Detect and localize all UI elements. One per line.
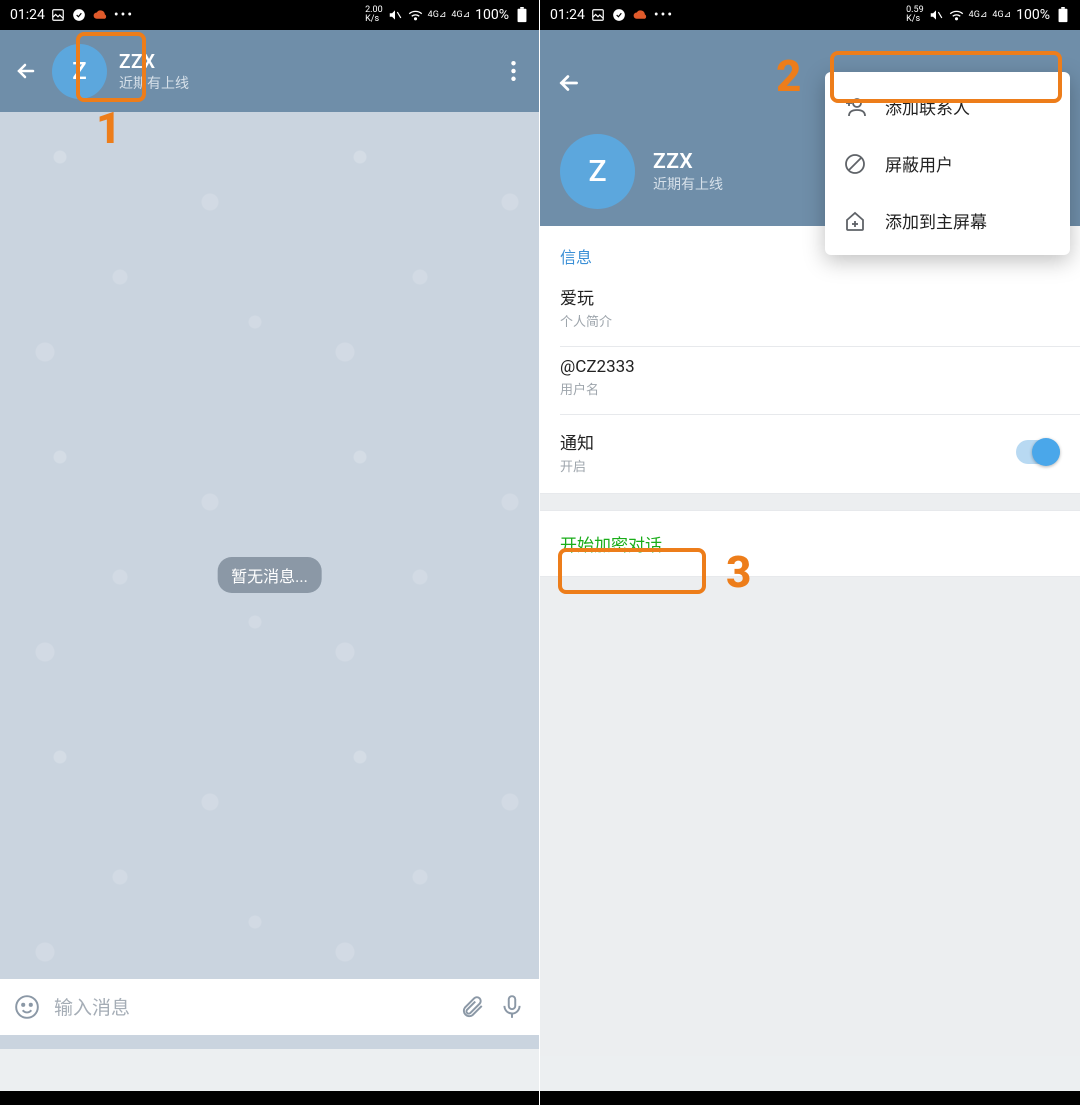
check-badge-icon <box>72 8 87 23</box>
gallery-icon <box>51 8 66 23</box>
status-time: 01:24 <box>10 7 45 23</box>
cloud-alert-icon <box>93 8 108 23</box>
more-options-button[interactable] <box>499 57 527 85</box>
check-badge-icon <box>612 8 627 23</box>
more-dots: ••• <box>114 7 134 23</box>
context-menu: 添加联系人 屏蔽用户 添加到主屏幕 <box>825 72 1070 255</box>
avatar-letter: Z <box>72 57 86 85</box>
menu-item-add-contact[interactable]: 添加联系人 <box>825 78 1070 135</box>
message-input[interactable] <box>54 996 445 1019</box>
status-time: 01:24 <box>550 7 585 23</box>
secret-chat-label: 开始加密对话 <box>560 536 662 556</box>
notifications-row[interactable]: 通知 开启 <box>540 415 1080 493</box>
menu-item-block-user[interactable]: 屏蔽用户 <box>825 135 1070 192</box>
start-secret-chat-row[interactable]: 开始加密对话 <box>540 511 1080 576</box>
menu-label: 添加联系人 <box>885 94 970 119</box>
status-bar: 01:24 ••• 0.59K/s 4G⊿ 4G⊿ 100% <box>540 0 1080 30</box>
chat-contact-status: 近期有上线 <box>119 73 189 93</box>
chat-contact-name: ZZX <box>119 50 189 73</box>
profile-avatar[interactable]: Z <box>560 134 635 209</box>
status-bar: 01:24 ••• 2.00K/s 4G⊿ 4G⊿ 100% <box>0 0 539 30</box>
toggle-knob <box>1032 438 1060 466</box>
menu-label: 添加到主屏幕 <box>885 208 987 233</box>
microphone-icon[interactable] <box>499 994 525 1020</box>
username-label: 用户名 <box>560 379 1060 398</box>
back-button[interactable] <box>12 57 40 85</box>
back-button[interactable] <box>554 68 584 98</box>
signal-4g-1: 4G⊿ <box>969 10 988 20</box>
empty-state-pill: 暂无消息... <box>217 557 322 593</box>
chat-header: Z ZZX 近期有上线 <box>0 30 539 112</box>
profile-empty-area <box>540 576 1080 1056</box>
notif-state: 开启 <box>560 456 594 475</box>
chat-avatar[interactable]: Z <box>52 44 107 99</box>
profile-info-section: 信息 爱玩 个人简介 @CZ2333 用户名 通知 开启 <box>540 226 1080 493</box>
signal-4g-2: 4G⊿ <box>451 10 470 20</box>
profile-user-row[interactable]: Z ZZX 近期有上线 <box>560 134 723 209</box>
signal-4g-2: 4G⊿ <box>992 10 1011 20</box>
notif-title: 通知 <box>560 429 594 454</box>
battery-icon <box>514 8 529 23</box>
wifi-icon <box>408 8 423 23</box>
battery-icon <box>1055 8 1070 23</box>
home-plus-icon <box>843 209 867 233</box>
android-nav-strip <box>540 1091 1080 1105</box>
mute-icon <box>929 8 944 23</box>
battery-percent: 100% <box>475 7 509 23</box>
bio-value: 爱玩 <box>560 284 1060 309</box>
attachment-icon[interactable] <box>459 994 485 1020</box>
info-item-username[interactable]: @CZ2333 用户名 <box>540 347 1080 414</box>
info-item-bio[interactable]: 爱玩 个人简介 <box>540 274 1080 346</box>
message-input-bar <box>0 979 539 1035</box>
android-nav-strip <box>0 1091 539 1105</box>
profile-name: ZZX <box>653 150 723 174</box>
add-contact-icon <box>843 95 867 119</box>
menu-item-add-home[interactable]: 添加到主屏幕 <box>825 192 1070 249</box>
signal-4g-1: 4G⊿ <box>428 10 447 20</box>
section-gap <box>540 493 1080 511</box>
profile-header: Z ZZX 近期有上线 添加联系人 屏蔽用户 添加到主屏幕 <box>540 30 1080 226</box>
network-speed: 0.59K/s <box>906 6 924 24</box>
network-speed: 2.00K/s <box>365 6 383 24</box>
profile-status: 近期有上线 <box>653 174 723 194</box>
more-dots: ••• <box>654 7 674 23</box>
notif-toggle[interactable] <box>1016 440 1060 464</box>
bio-label: 个人简介 <box>560 311 1060 330</box>
chat-messages-area[interactable]: 暂无消息... <box>0 112 539 1049</box>
phone-profile-screen: 01:24 ••• 0.59K/s 4G⊿ 4G⊿ 100% <box>540 0 1080 1105</box>
menu-label: 屏蔽用户 <box>885 151 953 176</box>
wifi-icon <box>949 8 964 23</box>
emoji-icon[interactable] <box>14 994 40 1020</box>
block-icon <box>843 152 867 176</box>
battery-percent: 100% <box>1016 7 1050 23</box>
avatar-letter: Z <box>588 154 606 189</box>
phone-chat-screen: 01:24 ••• 2.00K/s 4G⊿ 4G⊿ 100% <box>0 0 540 1105</box>
gallery-icon <box>591 8 606 23</box>
username-value: @CZ2333 <box>560 357 1060 377</box>
chat-title-block[interactable]: ZZX 近期有上线 <box>119 50 189 93</box>
mute-icon <box>388 8 403 23</box>
cloud-alert-icon <box>633 8 648 23</box>
